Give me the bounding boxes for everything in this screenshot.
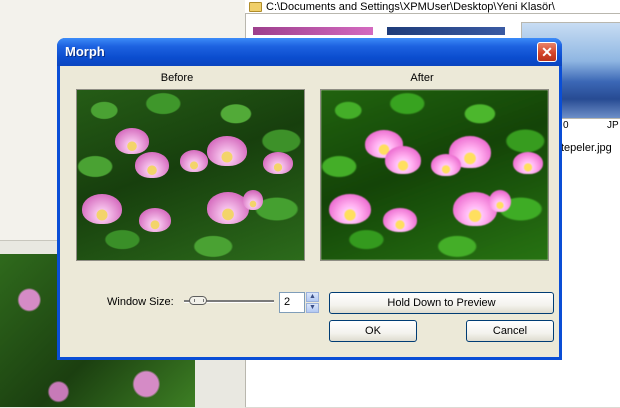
after-label: After — [410, 72, 434, 84]
flower — [329, 194, 371, 224]
arrow-down-icon: ▼ — [309, 304, 316, 311]
window-size-label: Window Size: — [107, 296, 174, 308]
window-size-input[interactable]: 2 — [279, 292, 305, 313]
ok-button[interactable]: OK — [329, 320, 417, 342]
flower — [180, 150, 208, 172]
address-bar[interactable]: C:\Documents and Settings\XPMUser\Deskto… — [245, 0, 620, 14]
flower — [489, 190, 511, 212]
close-button[interactable]: ✕ — [537, 42, 557, 62]
before-image — [76, 89, 305, 261]
flower — [383, 208, 417, 232]
flower — [513, 152, 543, 174]
lotus-photo-before — [77, 90, 304, 260]
close-icon: ✕ — [541, 44, 553, 60]
spin-up-button[interactable]: ▲ — [306, 292, 319, 302]
cancel-button[interactable]: Cancel — [466, 320, 554, 342]
dialog-title: Morph — [65, 44, 105, 59]
file-thumbnail[interactable] — [253, 27, 373, 35]
window-size-slider-thumb[interactable] — [189, 296, 207, 305]
flower — [385, 146, 421, 174]
morph-dialog: Morph ✕ Before After Window Size: 2 ▲ ▼ … — [57, 38, 562, 360]
flower — [263, 152, 293, 174]
folder-icon — [249, 1, 262, 12]
file-detail-number: 0 — [563, 120, 569, 131]
file-detail-type: JP — [607, 120, 619, 131]
file-thumbnail[interactable] — [387, 27, 505, 35]
flower — [139, 208, 171, 232]
flower — [431, 154, 461, 176]
hold-to-preview-button[interactable]: Hold Down to Preview — [329, 292, 554, 314]
flower — [82, 194, 122, 224]
flower — [135, 152, 169, 178]
flower — [207, 136, 247, 166]
arrow-up-icon: ▲ — [309, 293, 316, 300]
before-label: Before — [160, 72, 194, 84]
after-image — [320, 89, 549, 261]
spin-down-button[interactable]: ▼ — [306, 303, 319, 313]
lotus-photo-after — [321, 90, 548, 260]
address-path: C:\Documents and Settings\XPMUser\Deskto… — [266, 0, 555, 13]
dialog-title-bar[interactable]: Morph ✕ — [57, 38, 562, 66]
file-name-label[interactable]: tepeler.jpg — [561, 142, 612, 154]
flower — [243, 190, 263, 210]
flower — [115, 128, 149, 154]
